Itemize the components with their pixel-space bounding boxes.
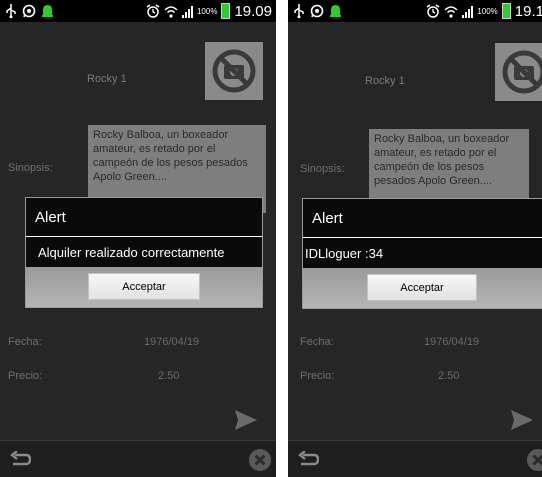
alert-dialog: Alert IDLloguer :34 Acceptar [302,198,542,309]
precio-value: 2.50 [158,370,180,382]
battery-icon [501,3,511,19]
movie-title: Rocky 1 [87,73,127,85]
usb-icon [6,4,16,18]
status-clock: 19.1 [514,2,542,20]
battery-percent: 100% [477,6,498,16]
status-bar: 100% 19.1 [288,0,542,22]
precio-value: 2.50 [438,370,460,382]
dialog-footer: Acceptar [303,268,542,308]
battery-percent: 100% [196,6,218,16]
alarm-icon [426,4,440,18]
send-icon[interactable] [510,409,534,431]
back-icon[interactable] [9,451,31,469]
precio-label: Precio: [300,370,335,382]
accept-button[interactable]: Acceptar [88,273,200,300]
synopsis-label: Sinopsis: [8,162,53,174]
status-clock: 19.09 [234,2,272,20]
movie-detail-screen: Rocky 1 Sinopsis: Rocky Balboa, un boxea… [288,22,542,441]
movie-detail-screen: Rocky 1 Sinopsis: Rocky Balboa, un boxea… [0,22,276,441]
precio-label: Precio: [8,370,43,382]
phone-screen-left: 100% 19.09 Rocky 1 Sinopsis: Rocky Balbo… [0,0,276,477]
movie-thumbnail [205,42,263,100]
alarm-icon [146,4,160,18]
whatsapp-icon [22,4,36,18]
dialog-footer: Acceptar [26,267,262,307]
fecha-label: Fecha: [8,336,42,348]
fecha-label: Fecha: [300,336,334,348]
dialog-divider [26,236,262,237]
no-photo-icon [502,50,542,94]
wifi-icon [444,5,458,18]
movie-title: Rocky 1 [365,75,405,87]
no-photo-icon [212,49,256,93]
dialog-divider [303,237,542,238]
usb-icon [294,4,304,18]
fecha-value: 1976/04/19 [144,336,200,348]
back-icon[interactable] [297,451,319,469]
notification-icon [330,5,341,17]
status-bar: 100% 19.09 [0,0,276,22]
navigation-bar [288,440,542,477]
signal-icon [181,5,193,18]
wifi-icon [164,5,178,18]
navigation-bar [0,440,276,477]
synopsis-label: Sinopsis: [300,163,345,175]
dialog-message: Alquiler realizado correctamente [38,245,225,260]
close-icon[interactable] [248,448,272,472]
notification-icon [42,5,53,17]
phone-screen-right: 100% 19.1 Rocky 1 Sinopsis: Rocky Balboa… [288,0,542,477]
alert-dialog: Alert Alquiler realizado correctamente A… [25,197,263,308]
send-icon[interactable] [234,409,258,431]
dialog-message: IDLloguer :34 [305,246,384,261]
signal-icon [462,5,474,18]
fecha-value: 1976/04/19 [424,336,480,348]
battery-icon [221,3,231,19]
movie-thumbnail [495,43,542,101]
whatsapp-icon [310,4,324,18]
accept-button[interactable]: Acceptar [367,274,477,301]
dialog-title: Alert [312,210,343,227]
dialog-title: Alert [35,209,66,226]
close-icon[interactable] [526,448,542,472]
